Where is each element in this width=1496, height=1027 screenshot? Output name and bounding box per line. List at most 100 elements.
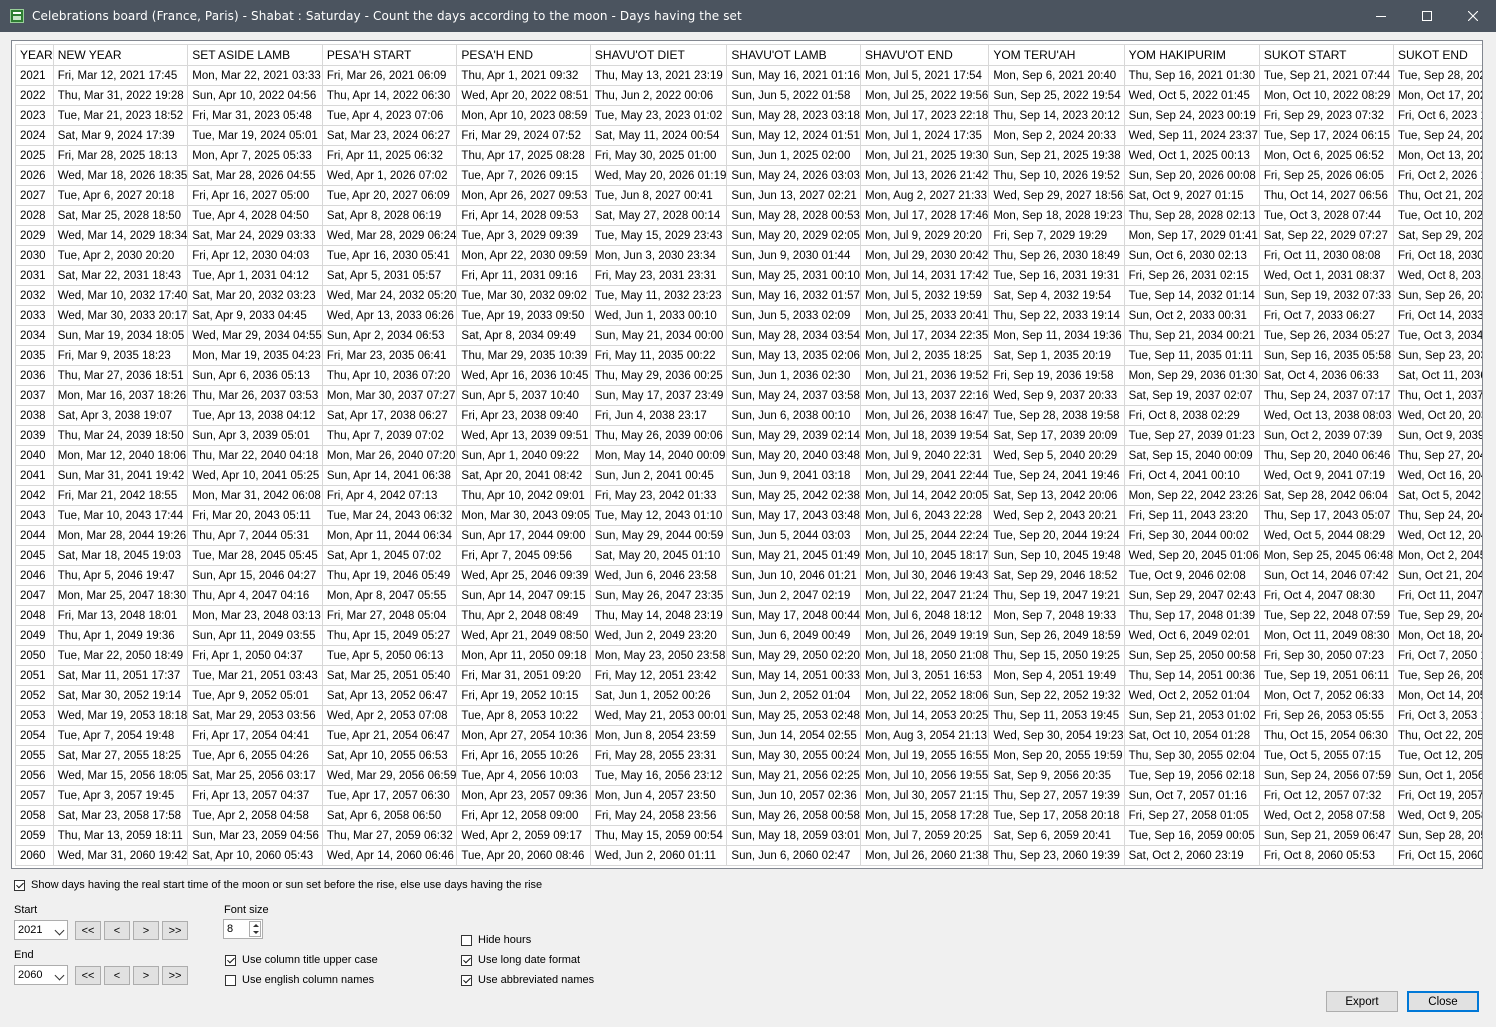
date-cell[interactable]: Wed, Oct 12, 2044 15:02 [1392, 525, 1482, 546]
year-cell[interactable]: 2056 [15, 765, 54, 786]
table-row[interactable]: 2027 Tue, Apr 6, 2027 20:18 Fri, Apr 16, 2… [15, 185, 1482, 206]
celebrations-grid[interactable]: YEAR NEW YEAR SET ASIDE LAMB PESA'H START PE… [11, 40, 1483, 869]
date-cell[interactable]: Thu, Apr 1, 2049 19:36 [52, 625, 189, 646]
date-cell[interactable]: Tue, Apr 19, 2033 09:50 [456, 305, 591, 326]
date-cell[interactable]: Wed, May 20, 2026 01:19 [589, 165, 728, 186]
date-cell[interactable]: Tue, Oct 5, 2055 07:15 [1258, 745, 1394, 766]
column-header[interactable]: PESA'H END [456, 44, 591, 66]
date-cell[interactable]: Wed, Apr 25, 2046 09:39 [456, 565, 591, 586]
date-cell[interactable]: Wed, Oct 2, 2052 01:04 [1123, 685, 1260, 706]
date-cell[interactable]: Tue, Mar 30, 2032 09:02 [456, 285, 591, 306]
date-cell[interactable]: Fri, Oct 6, 2023 16:19 [1392, 105, 1482, 126]
date-cell[interactable]: Wed, Mar 30, 2033 20:17 [52, 305, 189, 326]
close-button[interactable]: Close [1407, 991, 1479, 1012]
date-cell[interactable]: Wed, Oct 5, 2022 01:45 [1123, 85, 1260, 106]
date-cell[interactable]: Mon, Oct 18, 2049 15:02 [1392, 625, 1482, 646]
date-cell[interactable]: Sun, Sep 25, 2050 00:58 [1123, 645, 1260, 666]
date-cell[interactable]: Tue, Mar 21, 2023 18:52 [52, 105, 189, 126]
date-cell[interactable]: Mon, Sep 11, 2034 19:36 [988, 325, 1125, 346]
date-cell[interactable]: Wed, Oct 6, 2049 02:01 [1123, 625, 1260, 646]
date-cell[interactable]: Sun, May 17, 2037 23:49 [589, 385, 728, 406]
year-cell[interactable]: 2021 [15, 65, 54, 86]
date-cell[interactable]: Fri, Mar 29, 2024 07:52 [456, 125, 591, 146]
date-cell[interactable]: Mon, Jul 13, 2037 22:16 [859, 385, 990, 406]
date-cell[interactable]: Tue, Sep 17, 2058 20:18 [988, 805, 1125, 826]
date-cell[interactable]: Mon, Jul 10, 2045 18:17 [859, 545, 990, 566]
date-cell[interactable]: Mon, Jul 5, 2032 19:59 [859, 285, 990, 306]
date-cell[interactable]: Fri, Mar 27, 2048 05:04 [321, 605, 458, 626]
date-cell[interactable]: Fri, Sep 30, 2050 07:23 [1258, 645, 1394, 666]
date-cell[interactable]: Mon, Jun 4, 2057 23:50 [589, 785, 728, 806]
date-cell[interactable]: Sun, Jun 1, 2036 02:30 [726, 365, 861, 386]
date-cell[interactable]: Mon, Apr 23, 2057 09:36 [456, 785, 591, 806]
date-cell[interactable]: Sun, Sep 21, 2059 06:47 [1258, 825, 1394, 846]
date-cell[interactable]: Wed, Apr 16, 2036 10:45 [456, 365, 591, 386]
date-cell[interactable]: Sun, Oct 1, 2056 15:16 [1392, 765, 1482, 786]
date-cell[interactable]: Fri, Apr 11, 2025 06:32 [321, 145, 458, 166]
date-cell[interactable]: Sun, May 26, 2047 23:35 [589, 585, 728, 606]
date-cell[interactable]: Tue, Apr 8, 2053 10:22 [456, 705, 591, 726]
date-cell[interactable]: Tue, Oct 12, 2055 14:26 [1392, 745, 1482, 766]
date-cell[interactable]: Sat, Mar 30, 2052 19:14 [52, 685, 189, 706]
date-cell[interactable]: Tue, Sep 20, 2044 19:24 [988, 525, 1125, 546]
date-cell[interactable]: Sun, May 29, 2039 02:14 [726, 425, 861, 446]
date-cell[interactable]: Sun, Apr 15, 2046 04:27 [187, 565, 323, 586]
date-cell[interactable]: Wed, Mar 28, 2029 06:24 [321, 225, 458, 246]
start-year-select[interactable]: 2021 [14, 920, 68, 940]
date-cell[interactable]: Fri, Oct 2, 2026 15:17 [1392, 165, 1482, 186]
date-cell[interactable]: Mon, Jul 9, 2040 22:31 [859, 445, 990, 466]
year-cell[interactable]: 2036 [15, 365, 54, 386]
year-cell[interactable]: 2045 [15, 545, 54, 566]
date-cell[interactable]: Sun, May 21, 2045 01:49 [726, 545, 861, 566]
date-cell[interactable]: Sun, May 17, 2043 03:48 [726, 505, 861, 526]
date-cell[interactable]: Thu, Sep 27, 2057 19:39 [988, 785, 1125, 806]
end-first-button[interactable]: << [75, 966, 101, 985]
date-cell[interactable]: Sun, May 20, 2029 02:05 [726, 225, 861, 246]
year-cell[interactable]: 2034 [15, 325, 54, 346]
date-cell[interactable]: Sat, Apr 3, 2038 19:07 [52, 405, 189, 426]
date-cell[interactable]: Wed, Sep 20, 2045 01:06 [1123, 545, 1260, 566]
date-cell[interactable]: Mon, Apr 11, 2044 06:34 [321, 525, 458, 546]
date-cell[interactable]: Sun, May 29, 2050 02:20 [726, 645, 861, 666]
date-cell[interactable]: Thu, Sep 28, 2028 02:13 [1123, 205, 1260, 226]
date-cell[interactable]: Thu, Oct 15, 2054 06:30 [1258, 725, 1394, 746]
date-cell[interactable]: Mon, Oct 10, 2022 08:29 [1258, 85, 1394, 106]
date-cell[interactable]: Wed, Mar 10, 2032 17:40 [52, 285, 189, 306]
date-cell[interactable]: Sun, Jun 10, 2057 02:36 [726, 785, 861, 806]
hide-hours-option[interactable]: Hide hours [461, 934, 531, 946]
date-cell[interactable]: Mon, Mar 30, 2037 07:27 [321, 385, 458, 406]
date-cell[interactable]: Wed, Mar 29, 2034 04:55 [187, 325, 323, 346]
date-cell[interactable]: Fri, Mar 26, 2021 06:09 [321, 65, 458, 86]
close-window-button[interactable] [1450, 0, 1496, 32]
table-row[interactable]: 2043 Tue, Mar 10, 2043 17:44 Fri, Mar 20, … [15, 505, 1482, 526]
table-row[interactable]: 2057 Tue, Apr 3, 2057 19:45 Fri, Apr 13, 2… [15, 785, 1482, 806]
date-cell[interactable]: Wed, Oct 13, 2038 08:03 [1258, 405, 1394, 426]
date-cell[interactable]: Thu, Sep 16, 2021 01:30 [1123, 65, 1260, 86]
date-cell[interactable]: Fri, Apr 23, 2038 09:40 [456, 405, 591, 426]
date-cell[interactable]: Tue, Mar 19, 2024 05:01 [187, 125, 323, 146]
table-row[interactable]: 2036 Thu, Mar 27, 2036 18:51 Sun, Apr 6, 2… [15, 365, 1482, 386]
date-cell[interactable]: Thu, Apr 10, 2036 07:20 [321, 365, 458, 386]
date-cell[interactable]: Sat, Oct 2, 2060 23:19 [1123, 845, 1260, 866]
table-row[interactable]: 2038 Sat, Apr 3, 2038 19:07 Tue, Apr 13, 2… [15, 405, 1482, 426]
minimize-button[interactable] [1358, 0, 1404, 32]
date-cell[interactable]: Fri, Oct 14, 2033 14:36 [1392, 305, 1482, 326]
date-cell[interactable]: Wed, Apr 13, 2039 09:51 [456, 425, 591, 446]
date-cell[interactable]: Fri, Apr 14, 2028 09:53 [456, 205, 591, 226]
table-row[interactable]: 2048 Fri, Mar 13, 2048 18:01 Mon, Mar 23, … [15, 605, 1482, 626]
hide-hours-checkbox[interactable] [461, 934, 472, 946]
long-date-checkbox[interactable] [461, 954, 472, 966]
date-cell[interactable]: Mon, Jul 6, 2048 18:12 [859, 605, 990, 626]
date-cell[interactable]: Sun, May 28, 2028 00:53 [726, 205, 861, 226]
date-cell[interactable]: Wed, Apr 2, 2053 07:08 [321, 705, 458, 726]
date-cell[interactable]: Mon, Oct 2, 2045 15:04 [1392, 545, 1482, 566]
date-cell[interactable]: Tue, May 12, 2043 01:10 [589, 505, 728, 526]
date-cell[interactable]: Thu, Sep 14, 2023 20:12 [988, 105, 1125, 126]
column-header[interactable]: SET ASIDE LAMB [187, 44, 323, 66]
date-cell[interactable]: Sun, Jun 2, 2052 01:04 [726, 685, 861, 706]
date-cell[interactable]: Thu, Apr 15, 2049 05:27 [321, 625, 458, 646]
date-cell[interactable]: Mon, Jul 17, 2034 22:35 [859, 325, 990, 346]
date-cell[interactable]: Fri, Oct 8, 2060 05:53 [1258, 845, 1394, 866]
date-cell[interactable]: Mon, May 23, 2050 23:58 [589, 645, 728, 666]
date-cell[interactable]: Fri, Apr 1, 2050 04:37 [187, 645, 323, 666]
